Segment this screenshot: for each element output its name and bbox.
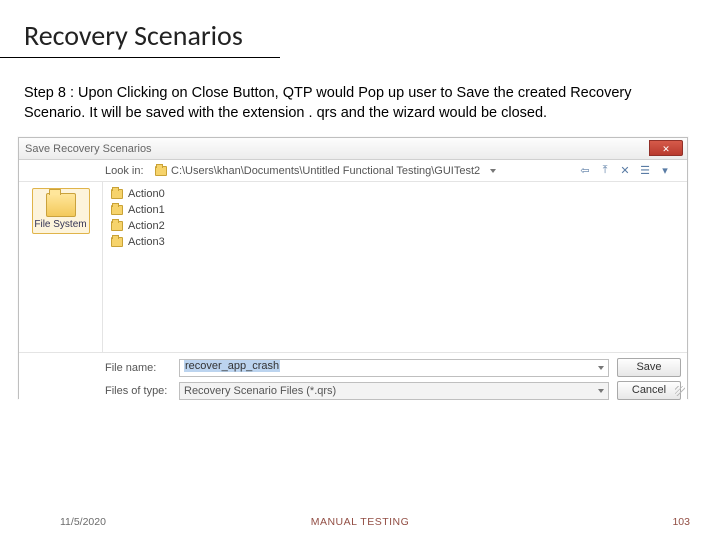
sidebar-item-filesystem[interactable]: File System [32,188,90,234]
nav-icon-group: ⇦ ⤒ ✕ ☰ ▾ [577,163,673,179]
file-name: Action0 [128,188,165,200]
menu-caret-icon[interactable]: ▾ [657,163,673,179]
delete-icon[interactable]: ✕ [617,163,633,179]
page-title: Recovery Scenarios [0,0,280,58]
dialog-footer: File name: recover_app_crash Save Files … [19,352,687,408]
filename-value: recover_app_crash [184,360,280,372]
sidebar-item-label: File System [33,219,89,230]
filetype-select[interactable]: Recovery Scenario Files (*.qrs) [179,382,609,400]
up-icon[interactable]: ⤒ [597,163,613,179]
lookin-path-text: C:\Users\khan\Documents\Untitled Functio… [171,165,480,177]
view-icon[interactable]: ☰ [637,163,653,179]
filename-input[interactable]: recover_app_crash [179,359,609,377]
file-list[interactable]: Action0 Action1 Action2 Action3 [103,182,687,352]
save-button[interactable]: Save [617,358,681,377]
list-item[interactable]: Action0 [111,186,679,202]
back-icon[interactable]: ⇦ [577,163,593,179]
slide-footer: 11/5/2020 MANUAL TESTING 103 [0,516,720,528]
footer-center: MANUAL TESTING [311,516,410,528]
step-description: Step 8 : Upon Clicking on Close Button, … [0,58,720,133]
dialog-titlebar[interactable]: Save Recovery Scenarios ✕ [19,138,687,160]
cancel-button[interactable]: Cancel [617,381,681,400]
file-name: Action1 [128,204,165,216]
chevron-down-icon[interactable] [490,169,496,173]
file-name: Action3 [128,236,165,248]
lookin-path[interactable]: C:\Users\khan\Documents\Untitled Functio… [155,165,496,177]
filename-label: File name: [105,362,171,374]
places-sidebar: File System [19,182,103,352]
footer-page-number: 103 [672,516,690,528]
list-item[interactable]: Action3 [111,234,679,250]
file-name: Action2 [128,220,165,232]
dialog-body: File System Action0 Action1 Action2 Acti… [19,182,687,352]
lookin-bar: Look in: C:\Users\khan\Documents\Untitle… [19,160,687,182]
filetype-label: Files of type: [105,385,171,397]
save-dialog: Save Recovery Scenarios ✕ Look in: C:\Us… [18,137,688,399]
resize-grip-icon[interactable] [675,386,685,396]
list-item[interactable]: Action2 [111,218,679,234]
chevron-down-icon [598,389,604,393]
folder-icon [111,189,123,199]
list-item[interactable]: Action1 [111,202,679,218]
folder-icon [111,237,123,247]
footer-date: 11/5/2020 [60,516,106,528]
chevron-down-icon[interactable] [598,366,604,370]
close-button[interactable]: ✕ [649,140,683,156]
folder-icon [46,193,76,217]
folder-icon [111,205,123,215]
folder-icon [155,166,167,176]
folder-icon [111,221,123,231]
lookin-label: Look in: [105,165,149,177]
filetype-value: Recovery Scenario Files (*.qrs) [184,385,336,397]
dialog-title: Save Recovery Scenarios [25,143,152,155]
